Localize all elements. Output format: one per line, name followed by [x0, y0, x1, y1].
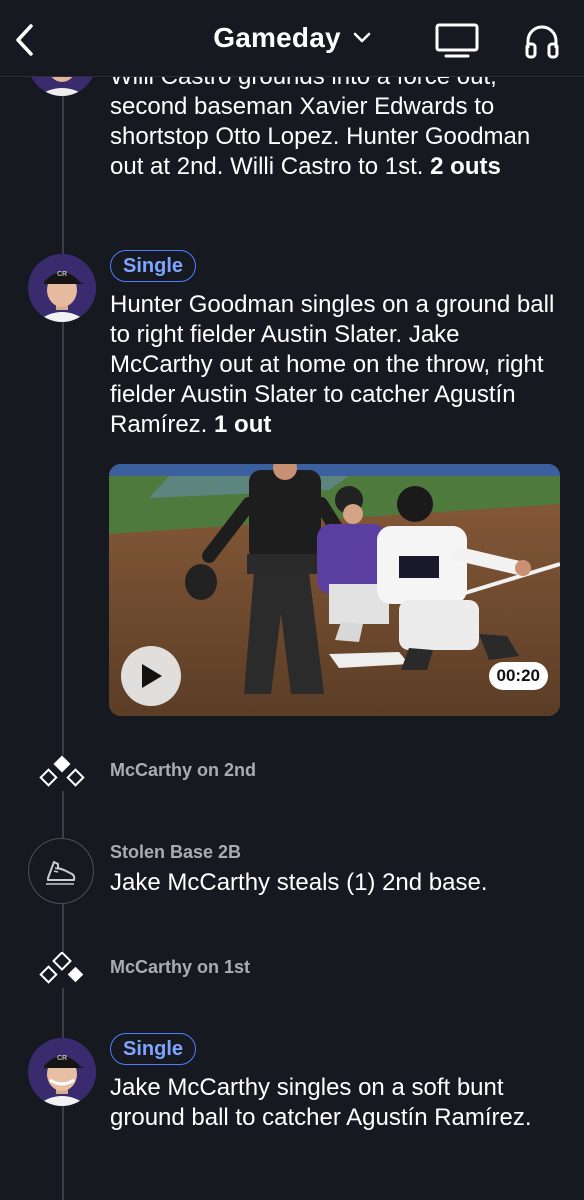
play-description: Jake McCarthy steals (1) 2nd base. — [110, 869, 488, 896]
play-icon — [142, 664, 162, 688]
play-description: Hunter Goodman singles on a ground ball … — [110, 291, 555, 438]
runner-status: McCarthy on 1st — [110, 957, 251, 977]
player-avatar-jake-mccarthy[interactable]: CR — [28, 1038, 96, 1106]
page-title: Gameday — [213, 22, 341, 53]
stolen-base-icon-container — [28, 838, 94, 904]
play-description: Willi Castro grounds into a force out, s… — [110, 63, 531, 180]
bases-diamond-icon — [38, 952, 86, 988]
top-navigation-bar: Gameday — [0, 0, 584, 77]
play-description: Jake McCarthy singles on a soft bunt gro… — [110, 1074, 532, 1131]
svg-text:CR: CR — [57, 1055, 67, 1062]
bases-diamond-icon — [38, 755, 86, 791]
tv-icon — [435, 23, 479, 58]
video-duration: 00:20 — [488, 662, 548, 690]
chevron-down-icon — [353, 32, 371, 43]
runner-status: McCarthy on 2nd — [110, 760, 257, 780]
svg-text:CR: CR — [57, 271, 67, 278]
player-avatar-hunter-goodman[interactable]: CR — [28, 254, 96, 322]
play-button[interactable] — [121, 646, 181, 706]
tv-button[interactable] — [434, 22, 480, 60]
audio-button[interactable] — [523, 22, 561, 60]
running-shoe-icon — [46, 861, 76, 885]
timeline-line — [62, 76, 64, 1200]
play-type-badge: Single — [110, 250, 197, 282]
video-highlight[interactable]: 00:20 — [109, 464, 560, 716]
play-type-badge: Single — [110, 1033, 197, 1065]
gameday-dropdown[interactable]: Gameday — [213, 22, 371, 54]
play-label: Stolen Base 2B — [110, 842, 242, 862]
headphones-icon — [525, 25, 559, 59]
